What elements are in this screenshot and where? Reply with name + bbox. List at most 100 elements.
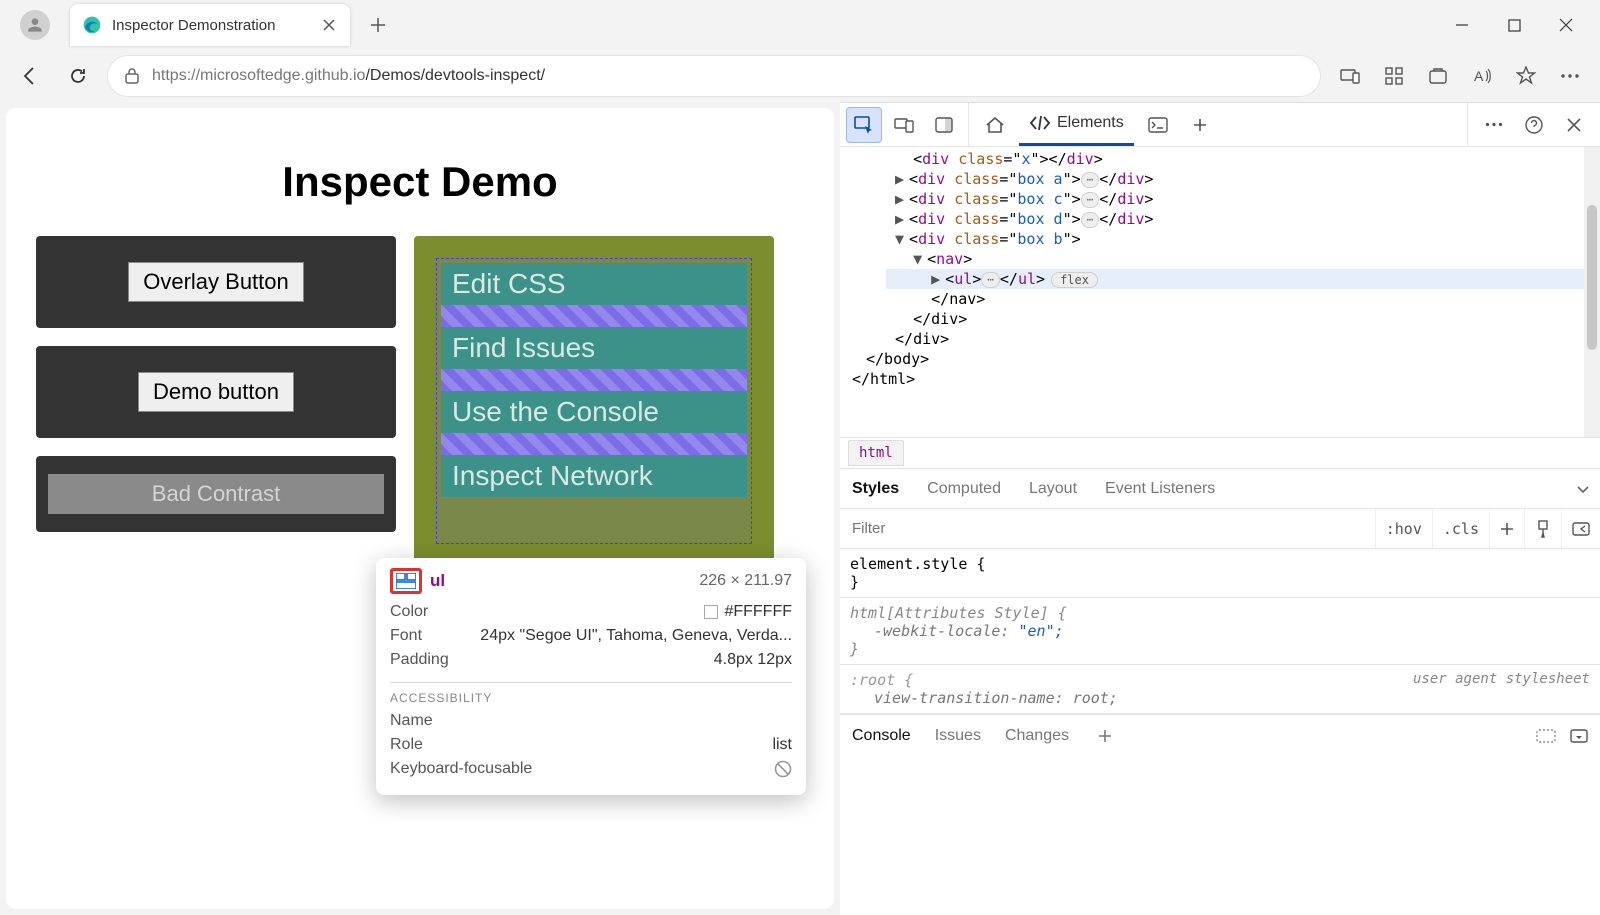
page-viewport: Inspect Demo Overlay Button Demo button …	[6, 108, 834, 909]
back-button[interactable]	[12, 58, 48, 94]
styles-tabs: Styles Computed Layout Event Listeners	[840, 469, 1600, 509]
drawer-changes-tab[interactable]: Changes	[1005, 727, 1069, 745]
page-title: Inspect Demo	[36, 158, 804, 206]
tooltip-element-name: ul	[430, 571, 445, 591]
devtools-drawer: Console Issues Changes	[840, 714, 1600, 756]
styles-filter-input[interactable]	[840, 509, 1375, 548]
highlighted-ul[interactable]: Edit CSS Find Issues Use the Console Ins…	[436, 258, 752, 544]
tooltip-kbd-label: Keyboard-focusable	[390, 760, 532, 778]
lock-icon	[124, 67, 140, 85]
tooltip-color-label: Color	[390, 603, 428, 621]
drawer-console-tab[interactable]: Console	[852, 727, 911, 745]
styles-filter-bar: :hov .cls	[840, 509, 1600, 549]
style-rules[interactable]: element.style { } html[Attributes Style]…	[840, 549, 1600, 714]
tooltip-font-label: Font	[390, 627, 422, 645]
maximize-button[interactable]	[1488, 5, 1540, 45]
tooltip-name-label: Name	[390, 712, 433, 730]
rule-root: user agent stylesheet :root { view-trans…	[840, 665, 1600, 714]
url-text: https://microsoftedge.github.io/Demos/de…	[152, 67, 1304, 85]
breadcrumb-html[interactable]: html	[848, 440, 904, 466]
drawer-add-tab[interactable]	[1093, 724, 1117, 748]
tooltip-color-value: #FFFFFF	[724, 603, 792, 621]
refresh-button[interactable]	[60, 58, 96, 94]
tooltip-dimensions: 226 × 211.97	[699, 572, 792, 590]
inspect-tooltip: ul 226 × 211.97 Color #FFFFFF Font 24px "S…	[376, 558, 806, 795]
rule-html-attributes: html[Attributes Style] { -webkit-locale:…	[840, 598, 1600, 665]
nav-box: Edit CSS Find Issues Use the Console Ins…	[414, 236, 774, 566]
minimize-button[interactable]	[1436, 5, 1488, 45]
color-swatch-icon	[704, 605, 718, 619]
rule-origin: user agent stylesheet	[1413, 671, 1590, 687]
elements-tab-label: Elements	[1057, 114, 1124, 132]
collections-icon[interactable]	[1420, 58, 1456, 94]
edge-favicon	[82, 15, 102, 35]
svg-text:A: A	[1474, 68, 1484, 84]
devtools-toolbar: Elements	[840, 103, 1600, 147]
code-icon	[1029, 115, 1051, 131]
tooltip-padding-label: Padding	[390, 651, 449, 669]
event-listeners-tab[interactable]: Event Listeners	[1103, 472, 1217, 506]
new-tab-button[interactable]	[360, 7, 396, 43]
browser-toolbar: https://microsoftedge.github.io/Demos/de…	[0, 50, 1600, 102]
right-column: Edit CSS Find Issues Use the Console Ins…	[414, 236, 774, 566]
drawer-expand-icon[interactable]	[1570, 729, 1588, 743]
welcome-tab-icon[interactable]	[977, 107, 1013, 143]
new-tab-devtools-button[interactable]	[1182, 107, 1218, 143]
overlay-button[interactable]: Overlay Button	[128, 262, 304, 302]
expand-styles-icon[interactable]	[1576, 484, 1590, 494]
paint-icon[interactable]	[1524, 509, 1561, 548]
box-demo: Demo button	[36, 346, 396, 438]
link-edit-css[interactable]: Edit CSS	[441, 263, 747, 305]
demo-button[interactable]: Demo button	[138, 372, 294, 412]
left-column: Overlay Button Demo button Bad Contrast	[36, 236, 396, 566]
devtools-help-button[interactable]	[1516, 107, 1552, 143]
dock-side-button[interactable]	[926, 107, 962, 143]
hov-button[interactable]: :hov	[1375, 509, 1432, 548]
dom-breadcrumb[interactable]: html	[840, 437, 1600, 469]
tooltip-a11y-header: ACCESSIBILITY	[390, 682, 792, 705]
tooltip-role-value: list	[772, 736, 792, 754]
devtools-more-button[interactable]	[1476, 107, 1512, 143]
flex-gap	[441, 305, 747, 327]
tooltip-role-label: Role	[390, 736, 423, 754]
close-window-button[interactable]	[1540, 5, 1592, 45]
favorites-icon[interactable]	[1508, 58, 1544, 94]
new-rule-button[interactable]	[1489, 509, 1524, 548]
tooltip-padding-value: 4.8px 12px	[714, 651, 792, 669]
browser-titlebar: Inspector Demonstration	[0, 0, 1600, 50]
flex-badge-icon	[390, 568, 422, 594]
dom-scrollbar[interactable]	[1584, 147, 1600, 437]
drawer-issues-tab[interactable]: Issues	[935, 727, 981, 745]
profile-avatar[interactable]	[20, 10, 50, 40]
toggle-computed-icon[interactable]	[1561, 509, 1600, 548]
tooltip-font-value: 24px "Segoe UI", Tahoma, Geneva, Verda..…	[480, 627, 792, 645]
flex-gap	[441, 433, 747, 455]
read-aloud-icon[interactable]: A	[1464, 58, 1500, 94]
computed-tab[interactable]: Computed	[925, 472, 1003, 506]
link-inspect-network[interactable]: Inspect Network	[441, 455, 747, 497]
device-icon[interactable]	[1332, 58, 1368, 94]
elements-tab[interactable]: Elements	[1019, 103, 1134, 146]
devtools-close-button[interactable]	[1556, 107, 1592, 143]
link-find-issues[interactable]: Find Issues	[441, 327, 747, 369]
window-controls	[1436, 5, 1592, 45]
devtools-panel: Elements <div class="x"></div> ▶<div cla…	[840, 102, 1600, 915]
flex-badge[interactable]: flex	[1051, 272, 1098, 288]
device-toolbar-button[interactable]	[886, 107, 922, 143]
layout-tab[interactable]: Layout	[1027, 472, 1079, 506]
styles-tab[interactable]: Styles	[850, 472, 901, 506]
extensions-icon[interactable]	[1376, 58, 1412, 94]
console-tab-icon[interactable]	[1140, 107, 1176, 143]
link-use-console[interactable]: Use the Console	[441, 391, 747, 433]
address-bar[interactable]: https://microsoftedge.github.io/Demos/de…	[108, 56, 1320, 96]
flex-gap	[441, 369, 747, 391]
more-icon[interactable]	[1552, 58, 1588, 94]
drawer-errors-icon[interactable]	[1536, 729, 1556, 743]
cls-button[interactable]: .cls	[1432, 509, 1489, 548]
inspect-element-button[interactable]	[846, 107, 882, 143]
dom-tree[interactable]: <div class="x"></div> ▶<div class="box a…	[840, 147, 1600, 437]
tab-close-button[interactable]	[320, 16, 338, 34]
browser-tab[interactable]: Inspector Demonstration	[70, 4, 350, 46]
bad-contrast-button[interactable]: Bad Contrast	[48, 474, 384, 514]
box-overlay: Overlay Button	[36, 236, 396, 328]
